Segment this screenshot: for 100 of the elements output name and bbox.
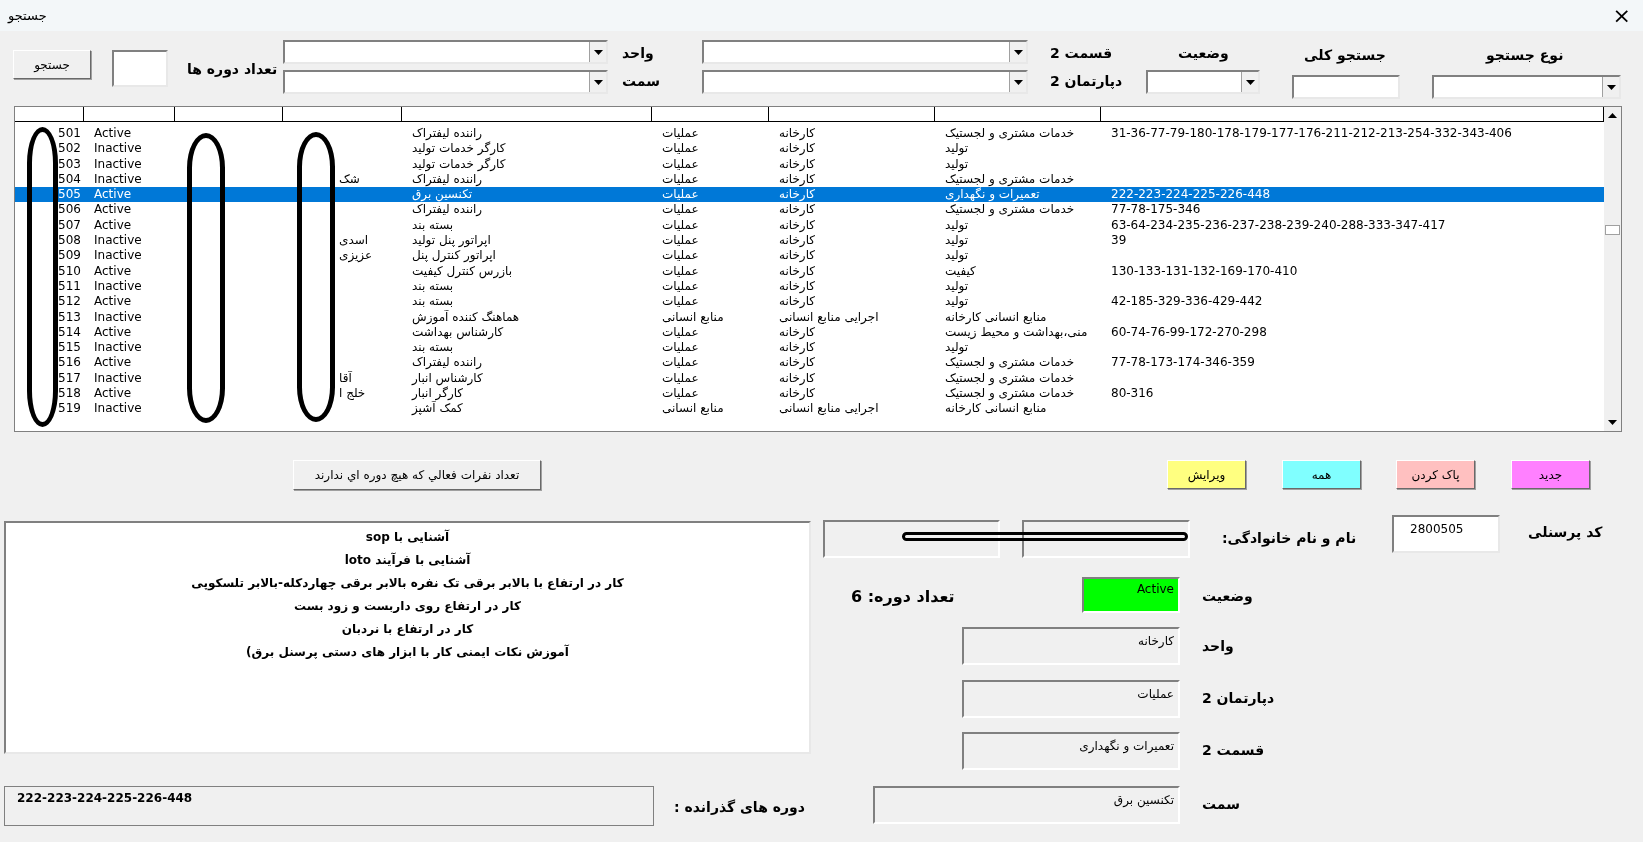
search-type-dropdown[interactable] (1432, 75, 1621, 99)
table-cell-text: 518 (57, 386, 82, 402)
table-cell-text: Active (93, 355, 133, 371)
table-cell-text: کارخانه (778, 248, 816, 264)
table-cell-text: عملیات (661, 156, 700, 172)
table-cell-text: کارخانه (778, 294, 816, 310)
scrollbar[interactable] (1604, 107, 1621, 431)
table-cell-text: راننده لیفتراک (411, 355, 484, 371)
table-cell-text: اجرایی منابع انسانی (778, 309, 880, 325)
table-cell-text: کارگر خدمات تولید (411, 156, 507, 172)
table-cell-text: تولید (944, 156, 970, 172)
caret-icon (1606, 84, 1616, 90)
table-cell-text: عملیات (661, 217, 700, 234)
personnel-code-field[interactable]: 2800505 (1392, 515, 1500, 553)
table-cell-text: عملیات (661, 294, 700, 310)
table-cell-text: 508 (57, 233, 82, 249)
status-dropdown[interactable] (1146, 70, 1260, 94)
up-arrow-icon (1608, 113, 1617, 118)
action-button[interactable]: ویرایش (1167, 460, 1246, 489)
course-name: آموزش نکات ایمنی کار با ابزار های دستی پرسنل برق) (246, 643, 569, 661)
passed-courses-field[interactable]: 222-223-224-225-226-448 (4, 786, 654, 826)
table-cell-text: 507 (57, 217, 82, 234)
table-cell-text: Inactive (93, 309, 143, 325)
table-cell: 60-74-76-99-172-270-298 (1111, 324, 1267, 339)
table-cell-text: بسته بند (411, 294, 455, 310)
table-cell: شک (339, 171, 360, 186)
table-cell-text: کارشناس بهداشت (411, 324, 505, 341)
table-cell-text: 512 (57, 294, 82, 310)
unit-label: واحد (1202, 638, 1234, 654)
course-count-text: تعداد دوره: 6 (851, 587, 955, 606)
table-cell-text: کارخانه (778, 217, 816, 234)
table-cell-text: تولید (944, 294, 970, 310)
table-cell-text: هماهنگ کننده آموزش (411, 309, 521, 325)
table-cell-text: خدمات مشتری و لجستیک (944, 355, 1076, 371)
table-cell-text: عملیات (661, 233, 700, 249)
action-button[interactable]: پاک کردن (1396, 460, 1475, 489)
table-cell-text: Inactive (93, 156, 143, 172)
position-field[interactable]: تکنسین برق (873, 786, 1180, 824)
action-button[interactable]: همه (1282, 460, 1361, 489)
unit-label: واحد (622, 45, 654, 61)
table-cell-text: Active (93, 294, 133, 310)
section-dropdown[interactable] (702, 40, 1028, 64)
position-label: سمت (1202, 796, 1240, 812)
table-cell-text: 511 (57, 278, 82, 295)
course-name: کار در ارتفاع با بالابر برقی تک نفره بالابر برقی چهاردکله-بالابر تلسکوپی (191, 575, 624, 592)
section-field[interactable]: تعمیرات و نگهداری (962, 732, 1180, 770)
table-cell-text: کارخانه (778, 278, 816, 295)
table-cell: 42-185-329-336-429-442 (1111, 294, 1263, 309)
table-cell-text: Inactive (93, 370, 143, 387)
table-cell-text: Inactive (93, 248, 143, 264)
section-label: قسمت 2 (1202, 742, 1265, 758)
table-cell-text: بازرس کنترل کیفیت (411, 263, 513, 279)
scroll-thumb[interactable] (1605, 225, 1620, 235)
table-cell-text: تولید (944, 248, 970, 264)
table-cell-text: کارخانه (778, 263, 816, 279)
table-cell-text: خدمات مشتری و لجستیک (944, 126, 1076, 142)
table-cell-text: تعمیرات و نگهداری (944, 187, 1041, 203)
table-cell-text: تکنسین برق (411, 187, 474, 203)
table-cell-text: Inactive (93, 401, 143, 417)
table-cell-text: عملیات (661, 370, 700, 387)
table-cell-text: 519 (57, 401, 82, 417)
table-cell: 130-133-131-132-169-170-410 (1111, 263, 1298, 278)
course-count-field[interactable] (112, 50, 168, 87)
search-type-label: نوع جستجو (1486, 47, 1564, 63)
position-dropdown[interactable] (283, 70, 608, 94)
action-button[interactable]: جدید (1511, 460, 1590, 489)
table-cell-text: کارگر خدمات تولید (411, 141, 507, 157)
no-course-button[interactable]: تعداد نفرات فعالي كه هيچ دوره اي ندارند (293, 460, 541, 490)
table-cell-text: کارخانه (778, 386, 816, 402)
table-cell-text: 513 (57, 309, 82, 325)
table-cell-text: کارخانه (778, 202, 816, 218)
personnel-code-value: 2800505 (1410, 522, 1464, 536)
caret-icon (593, 49, 603, 55)
department-dropdown[interactable] (702, 70, 1028, 94)
table-cell-text: Inactive (93, 233, 143, 249)
table-cell-text: منابع انسانی (661, 401, 725, 417)
table-cell: 77-78-175-346 (1111, 202, 1201, 217)
department-field[interactable]: عملیات (962, 680, 1180, 718)
table-cell-text: Active (93, 202, 133, 218)
table-cell-text: کارخانه (778, 340, 816, 356)
table-cell-text: اجرایی منابع انسانی (778, 401, 880, 417)
status-field[interactable]: Active (1082, 577, 1180, 613)
table-cell-text: بسته بند (411, 278, 455, 295)
table-cell: 39 (1111, 233, 1127, 248)
search-button[interactable]: جستجو (13, 50, 91, 79)
table-cell-text: کارخانه (778, 156, 816, 172)
department-label: دپارتمان 2 (1202, 690, 1275, 706)
table-cell-text: 515 (57, 340, 82, 356)
close-button[interactable]: × (1608, 3, 1635, 28)
table-cell-text: تولید (944, 141, 970, 157)
passed-courses-label: دوره های گذرانده : (674, 799, 805, 815)
unit-dropdown[interactable] (283, 40, 608, 64)
table-cell: اسدی (339, 233, 369, 248)
course-name: آشنایی با فرآیند loto (344, 551, 471, 569)
table-cell-text: تولید (944, 340, 970, 356)
table-cell-text: Active (93, 386, 133, 402)
unit-field[interactable]: کارخانه (962, 627, 1180, 665)
table-cell-text: تولید (944, 278, 970, 295)
global-search-field[interactable] (1292, 75, 1400, 99)
table-cell-text: عملیات (661, 202, 700, 218)
